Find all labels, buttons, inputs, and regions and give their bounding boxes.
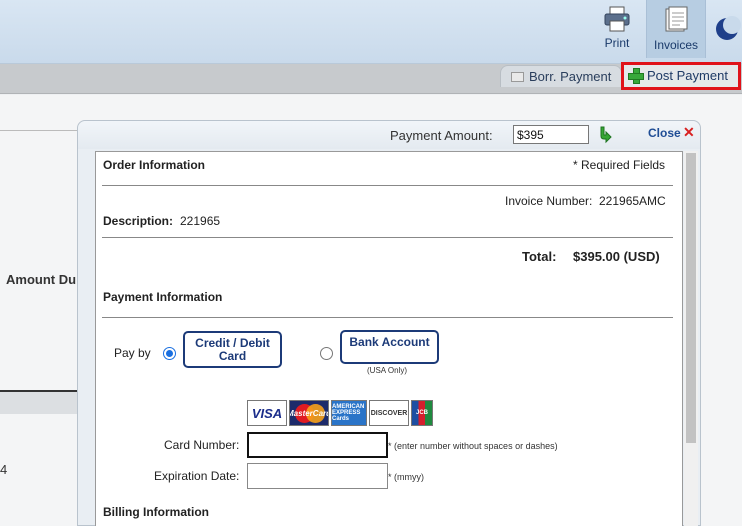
payment-amount-input[interactable] [513,125,589,144]
discover-logo: DISCOVER [369,400,409,426]
payment-amount-label: Payment Amount: [390,128,493,143]
amount-due-heading: Amount Du [6,272,77,287]
top-toolbar: Print Invoices [0,0,742,64]
table-band [0,392,78,414]
invoices-button[interactable]: Invoices [646,0,706,58]
payment-info-title: Payment Information [103,290,223,304]
usa-only-note: (USA Only) [367,366,408,375]
print-label: Print [604,36,630,50]
borr-payment-tab[interactable]: Borr. Payment [500,65,623,87]
order-info-title: Order Information [103,158,206,172]
pay-by-label: Pay by [114,346,151,360]
close-button[interactable]: Close [648,126,681,140]
accepted-cards: VISA MasterCard AMERICAN EXPRESS Cards D… [247,400,433,426]
divider [102,317,673,318]
total-value: $395.00 (USD) [573,249,660,264]
divider [102,237,673,238]
post-payment-tab[interactable]: Post Payment [621,62,741,90]
printer-icon [604,6,630,32]
invoice-number-label: Invoice Number: [505,194,593,208]
bank-account-button[interactable]: Bank Account [340,330,439,364]
payment-dialog: Payment Amount: Close ✕ Order Informatio… [77,120,701,526]
expiration-date-input[interactable] [247,463,388,489]
scrollbar[interactable] [684,151,698,526]
borr-payment-label: Borr. Payment [529,69,612,84]
row-value: 4 [0,462,8,477]
card-number-input[interactable] [247,432,388,458]
expiration-hint: * (mmyy) [388,472,424,482]
divider [102,185,673,186]
total-label: Total: [522,249,557,264]
plus-icon [628,68,644,84]
credit-debit-card-button[interactable]: Credit / Debit Card [183,331,282,368]
visa-logo: VISA [247,400,287,426]
expiration-date-label: Expiration Date: [154,469,240,483]
mastercard-logo: MasterCard [289,400,329,426]
card-number-label: Card Number: [164,438,240,452]
invoice-number-value: 221965AMC [599,194,666,208]
moon-icon[interactable] [712,14,742,44]
green-arrow-icon[interactable] [598,126,612,144]
scrollbar-thumb[interactable] [686,153,696,443]
amex-logo: AMERICAN EXPRESS Cards [331,400,367,426]
payment-form: Order Information * Required Fields Invo… [95,151,683,526]
divider [0,130,78,131]
description-value: 221965 [180,214,221,228]
description-label: Description: [103,214,174,228]
bank-account-radio[interactable] [320,347,333,360]
document-icon [511,72,524,82]
print-button[interactable]: Print [588,0,646,58]
invoices-icon [665,6,688,32]
required-fields-note: * Required Fields [573,158,666,172]
jcb-logo: JCB [411,400,433,426]
card-number-hint: * (enter number without spaces or dashes… [388,441,558,451]
invoices-label: Invoices [653,38,699,52]
credit-card-radio[interactable] [163,347,176,360]
close-icon[interactable]: ✕ [683,125,695,139]
dialog-header: Payment Amount: Close ✕ [78,121,700,149]
post-payment-label: Post Payment [647,68,728,83]
billing-info-title: Billing Information [103,505,209,519]
